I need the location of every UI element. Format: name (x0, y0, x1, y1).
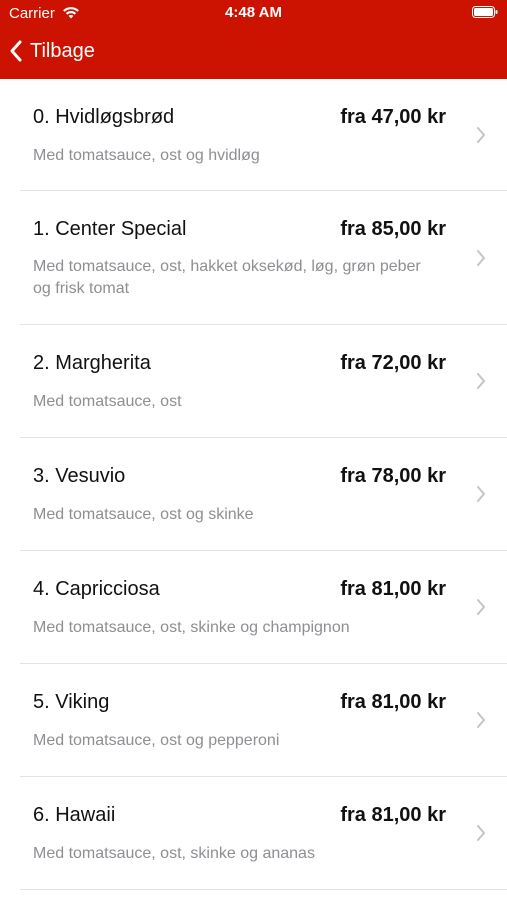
menu-item-description: Med tomatsauce, ost og skinke (33, 506, 254, 523)
menu-item-name: 4. Capricciosa (33, 578, 160, 600)
chevron-right-icon (477, 250, 485, 266)
menu-item-description: Med tomatsauce, ost og pepperoni (33, 732, 280, 749)
menu-item-name: 6. Hawaii (33, 804, 116, 826)
chevron-right-icon (477, 373, 485, 389)
menu-item-name: 5. Viking (33, 691, 110, 713)
menu-list: 0. Hvidløgsbrød fra 47,00 kr Med tomatsa… (0, 79, 507, 890)
menu-item-price: fra 81,00 kr (340, 804, 446, 826)
menu-item[interactable]: 1. Center Special fra 85,00 kr Med tomat… (0, 191, 507, 325)
chevron-right-icon (477, 127, 485, 143)
screen: Carrier 4:48 AM Tilbage 0. Hvidløgsbrød … (0, 0, 507, 900)
menu-item-description: Med tomatsauce, ost, skinke og champigno… (33, 619, 350, 636)
menu-item-name: 0. Hvidløgsbrød (33, 106, 175, 128)
back-label: Tilbage (30, 39, 95, 62)
menu-item-description: Med tomatsauce, ost og hvidløg (33, 147, 260, 164)
battery-icon (472, 6, 498, 18)
status-bar: Carrier 4:48 AM (0, 0, 507, 26)
chevron-right-icon (477, 712, 485, 728)
menu-item-price: fra 85,00 kr (340, 218, 446, 240)
menu-item[interactable]: 4. Capricciosa fra 81,00 kr Med tomatsau… (0, 551, 507, 664)
back-button[interactable]: Tilbage (8, 34, 95, 68)
chevron-right-icon (477, 599, 485, 615)
menu-item[interactable]: 5. Viking fra 81,00 kr Med tomatsauce, o… (0, 664, 507, 777)
menu-item[interactable]: 3. Vesuvio fra 78,00 kr Med tomatsauce, … (0, 438, 507, 551)
chevron-right-icon (477, 486, 485, 502)
menu-item-description: Med tomatsauce, ost, skinke og ananas (33, 845, 315, 862)
menu-item-description: Med tomatsauce, ost (33, 393, 182, 410)
menu-item-price: fra 72,00 kr (340, 352, 446, 374)
menu-item-description: Med tomatsauce, ost, hakket oksekød, løg… (33, 258, 421, 297)
menu-item-name: 1. Center Special (33, 218, 187, 240)
chevron-left-icon (10, 40, 22, 62)
status-time: 4:48 AM (225, 4, 282, 21)
menu-item-price: fra 78,00 kr (340, 465, 446, 487)
menu-item-price: fra 81,00 kr (340, 691, 446, 713)
navigation-bar: Carrier 4:48 AM Tilbage (0, 0, 507, 79)
menu-item[interactable]: 2. Margherita fra 72,00 kr Med tomatsauc… (0, 325, 507, 438)
menu-item[interactable]: 6. Hawaii fra 81,00 kr Med tomatsauce, o… (0, 777, 507, 890)
menu-item[interactable]: 0. Hvidløgsbrød fra 47,00 kr Med tomatsa… (0, 79, 507, 191)
menu-item-price: fra 47,00 kr (340, 106, 446, 128)
menu-item-name: 3. Vesuvio (33, 465, 126, 487)
menu-item-name: 2. Margherita (33, 352, 151, 374)
menu-item-price: fra 81,00 kr (340, 578, 446, 600)
chevron-right-icon (477, 825, 485, 841)
